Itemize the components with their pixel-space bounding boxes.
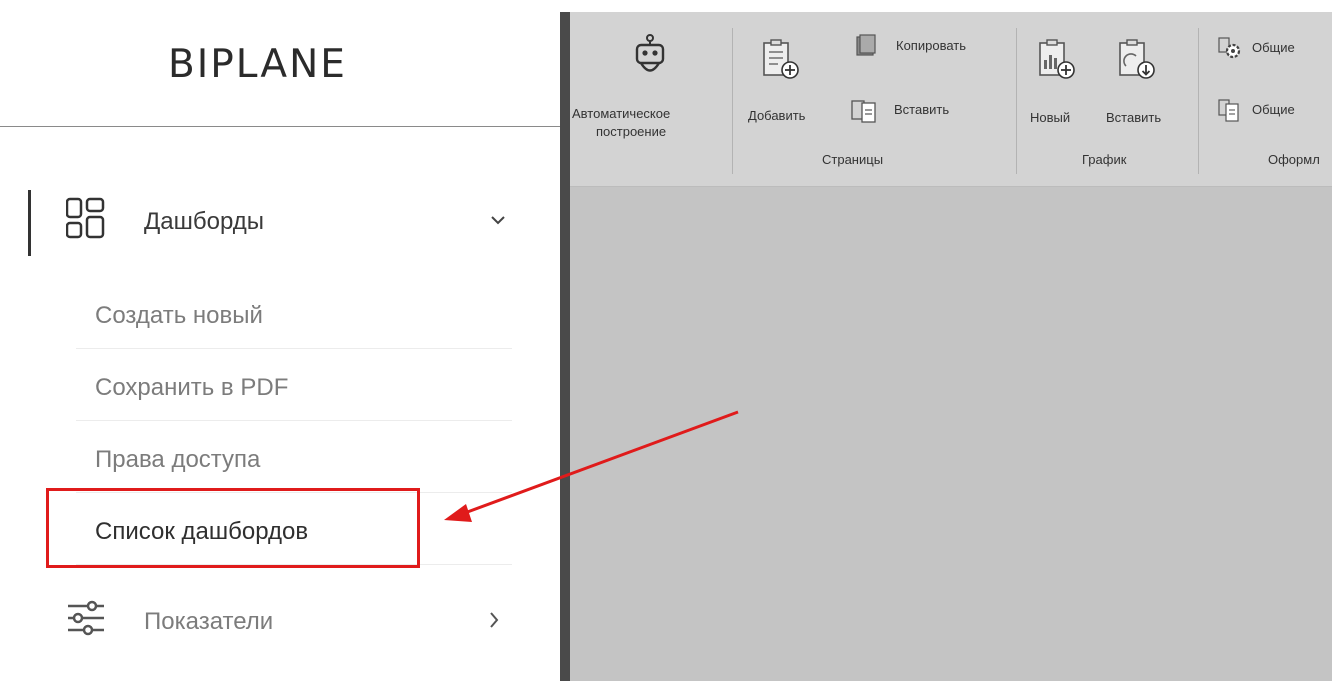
auto-build-label-1: Автоматическое <box>572 106 671 121</box>
pages-group-label: Страницы <box>822 152 884 167</box>
sidebar-section-label: Дашборды <box>144 208 264 235</box>
auto-build-button[interactable]: Автоматическое построение <box>570 24 730 154</box>
sidebar-section-dashboards[interactable]: Дашборды <box>65 196 506 244</box>
sidebar-section-label: Показатели <box>144 608 274 635</box>
active-indicator <box>28 190 31 256</box>
paste-icon <box>850 98 880 127</box>
chevron-right-icon[interactable] <box>486 608 502 637</box>
menu-item-create-new[interactable]: Создать новый <box>76 278 512 350</box>
paste-chart-icon <box>1118 38 1156 85</box>
new-chart-icon <box>1038 38 1076 85</box>
common-settings-label-2: Общие <box>1252 102 1295 117</box>
add-page-label: Добавить <box>748 108 806 123</box>
divider <box>1016 28 1017 174</box>
divider <box>1198 28 1199 174</box>
gear-icon <box>1218 36 1242 63</box>
paste-format-icon <box>1218 98 1242 127</box>
sidebar-section-indicators[interactable]: Показатели <box>66 596 506 644</box>
menu-item-save-pdf[interactable]: Сохранить в PDF <box>76 350 512 422</box>
common-settings-button-1[interactable]: Общие <box>1214 34 1332 64</box>
menu-item-label: Сохранить в PDF <box>95 374 289 401</box>
workspace-canvas[interactable] <box>570 187 1332 681</box>
common-settings-button-2[interactable]: Общие <box>1214 96 1332 126</box>
dashboard-grid-icon <box>65 196 106 249</box>
divider <box>76 420 512 421</box>
sliders-icon <box>66 598 106 647</box>
robot-icon <box>632 34 668 81</box>
brand-logo[interactable]: BIPLANE <box>168 42 347 87</box>
design-group-label: Оформл <box>1268 152 1320 167</box>
sidebar: BIPLANE Дашборды Создать новый Сохранить… <box>0 0 560 681</box>
menu-item-label: Права доступа <box>95 446 261 473</box>
ribbon-toolbar: Автоматическое построение Добавить Копир… <box>570 12 1332 187</box>
copy-icon <box>854 34 878 61</box>
paste-label: Вставить <box>894 102 950 117</box>
add-page-button[interactable]: Добавить <box>742 24 814 134</box>
menu-item-access-rights[interactable]: Права доступа <box>76 422 512 494</box>
highlight-box <box>46 488 420 568</box>
auto-build-label-2: построение <box>596 124 667 139</box>
copy-label: Копировать <box>896 38 966 53</box>
divider <box>0 126 560 127</box>
copy-page-button[interactable]: Копировать <box>848 32 1008 62</box>
menu-item-label: Создать новый <box>95 302 263 329</box>
panel-splitter[interactable] <box>560 12 570 681</box>
new-chart-button[interactable]: Новый <box>1026 24 1092 134</box>
chevron-down-icon[interactable] <box>490 208 506 237</box>
report-designer: Автоматическое построение Добавить Копир… <box>570 12 1332 681</box>
divider <box>732 28 733 174</box>
add-page-icon <box>762 38 800 85</box>
common-settings-label-1: Общие <box>1252 40 1295 55</box>
paste-page-button[interactable]: Вставить <box>848 96 1008 126</box>
new-chart-label: Новый <box>1030 110 1071 125</box>
paste-chart-button[interactable]: Вставить <box>1100 24 1190 134</box>
divider <box>76 348 512 349</box>
paste-chart-label: Вставить <box>1106 110 1162 125</box>
chart-group-label: График <box>1082 152 1127 167</box>
